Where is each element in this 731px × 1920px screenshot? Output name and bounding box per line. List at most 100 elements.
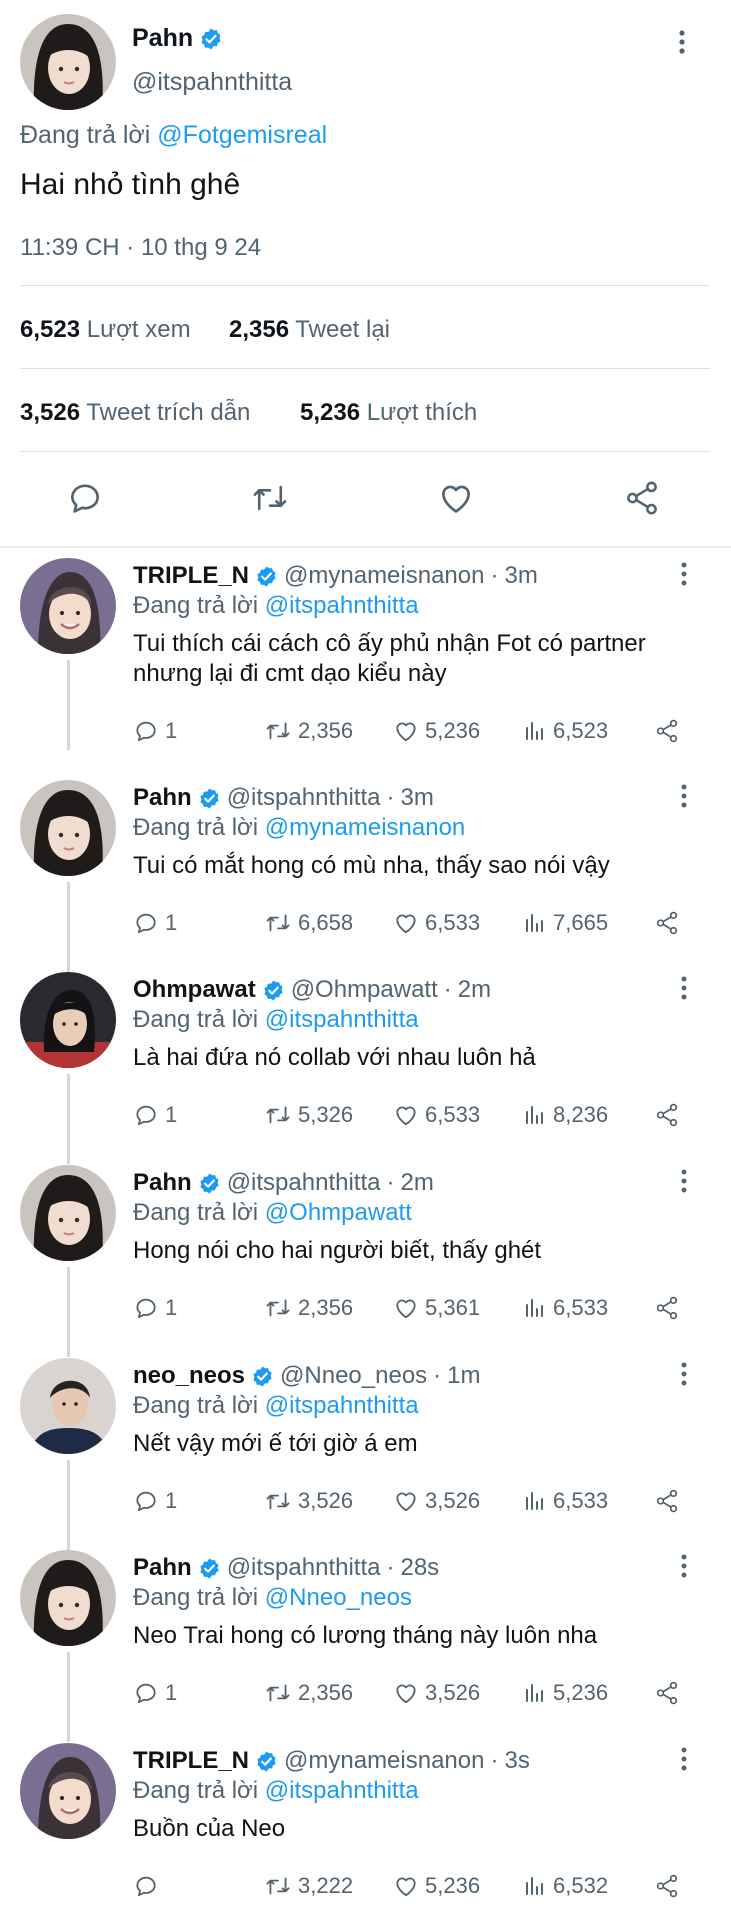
- avatar[interactable]: [20, 14, 116, 110]
- tweet-time[interactable]: 3m: [400, 784, 433, 812]
- reply-action[interactable]: 1: [133, 910, 177, 936]
- share-action[interactable]: [654, 910, 680, 936]
- author-handle[interactable]: @Ohmpawatt: [291, 976, 438, 1004]
- replying-to-mention[interactable]: @Nneo_neos: [265, 1584, 412, 1611]
- reply-action[interactable]: 1: [133, 1488, 177, 1514]
- views-action[interactable]: 5,236: [523, 1680, 608, 1706]
- more-options-icon[interactable]: [680, 976, 688, 1000]
- views-stat[interactable]: 6,523 Lượt xem: [20, 316, 191, 344]
- author-handle[interactable]: @mynameisnanon: [284, 1747, 484, 1775]
- retweet-action[interactable]: 2,356: [264, 1295, 353, 1321]
- retweet-action[interactable]: 3,222: [264, 1873, 353, 1899]
- tweet-timestamp[interactable]: 11:39 CH · 10 thg 9 24: [20, 234, 261, 262]
- reply-icon[interactable]: [66, 479, 104, 517]
- reply-action[interactable]: 1: [133, 1295, 177, 1321]
- like-icon[interactable]: [437, 479, 475, 517]
- more-options-icon[interactable]: [680, 1362, 688, 1386]
- views-action[interactable]: 8,236: [523, 1102, 608, 1128]
- author-name[interactable]: Pahn: [133, 784, 192, 812]
- tweet-time[interactable]: 2m: [400, 1169, 433, 1197]
- retweet-action[interactable]: 6,658: [264, 910, 353, 936]
- quotes-stat[interactable]: 3,526 Tweet trích dẫn: [20, 399, 250, 427]
- tweet-time[interactable]: 3m: [504, 562, 537, 590]
- more-options-icon[interactable]: [680, 784, 688, 808]
- author-handle[interactable]: @itspahnthitta: [227, 1169, 381, 1197]
- reply-tweet[interactable]: TRIPLE_N @mynameisnanon · 3s Đang trả lờ…: [0, 1735, 731, 1920]
- share-action[interactable]: [654, 1680, 680, 1706]
- retweet-action[interactable]: 5,326: [264, 1102, 353, 1128]
- more-options-icon[interactable]: [680, 1747, 688, 1771]
- more-options-icon[interactable]: [680, 1169, 688, 1193]
- avatar[interactable]: [20, 1358, 116, 1454]
- share-action[interactable]: [654, 718, 680, 744]
- author-handle[interactable]: @mynameisnanon: [284, 562, 484, 590]
- replying-to-mention[interactable]: @itspahnthitta: [265, 592, 419, 619]
- retweets-stat[interactable]: 2,356 Tweet lại: [229, 316, 390, 344]
- views-action[interactable]: 6,533: [523, 1295, 608, 1321]
- avatar[interactable]: [20, 1165, 116, 1261]
- avatar[interactable]: [20, 1743, 116, 1839]
- share-action[interactable]: [654, 1488, 680, 1514]
- tweet-time[interactable]: 2m: [458, 976, 491, 1004]
- reply-tweet[interactable]: Pahn @itspahnthitta · 3m Đang trả lời @m…: [0, 772, 731, 972]
- likes-stat[interactable]: 5,236 Lượt thích: [300, 399, 477, 427]
- reply-tweet[interactable]: Ohmpawat @Ohmpawatt · 2m Đang trả lời @i…: [0, 964, 731, 1164]
- avatar[interactable]: [20, 1550, 116, 1646]
- retweet-action[interactable]: 3,526: [264, 1488, 353, 1514]
- tweet-time[interactable]: 28s: [400, 1554, 439, 1582]
- reply-action[interactable]: 1: [133, 1102, 177, 1128]
- reply-action[interactable]: [133, 1873, 165, 1899]
- like-action[interactable]: 3,526: [393, 1488, 480, 1514]
- replying-to-mention[interactable]: @Ohmpawatt: [265, 1199, 412, 1226]
- retweet-icon[interactable]: [250, 479, 290, 517]
- replying-to-mention[interactable]: @itspahnthitta: [265, 1392, 419, 1419]
- like-action[interactable]: 5,236: [393, 718, 480, 744]
- reply-tweet[interactable]: Pahn @itspahnthitta · 2m Đang trả lời @O…: [0, 1157, 731, 1357]
- reply-tweet[interactable]: TRIPLE_N @mynameisnanon · 3m Đang trả lờ…: [0, 550, 731, 750]
- share-action[interactable]: [654, 1295, 680, 1321]
- replying-to-mention[interactable]: @Fotgemisreal: [157, 121, 327, 149]
- author-handle[interactable]: @itspahnthitta: [132, 68, 292, 97]
- replying-to-mention[interactable]: @itspahnthitta: [265, 1006, 419, 1033]
- tweet-time[interactable]: 3s: [504, 1747, 529, 1775]
- views-action[interactable]: 7,665: [523, 910, 608, 936]
- tweet-time[interactable]: 1m: [447, 1362, 480, 1390]
- more-options-icon[interactable]: [680, 562, 688, 586]
- reply-action[interactable]: 1: [133, 718, 177, 744]
- avatar[interactable]: [20, 780, 116, 876]
- like-action[interactable]: 3,526: [393, 1680, 480, 1706]
- retweets-label: Tweet lại: [295, 316, 391, 343]
- reply-tweet[interactable]: Pahn @itspahnthitta · 28s Đang trả lời @…: [0, 1542, 731, 1742]
- author-name[interactable]: neo_neos: [133, 1362, 245, 1390]
- more-options-icon[interactable]: [678, 30, 686, 54]
- share-icon[interactable]: [623, 479, 661, 517]
- author-name[interactable]: TRIPLE_N: [133, 562, 249, 590]
- author-handle[interactable]: @Nneo_neos: [280, 1362, 427, 1390]
- author-name[interactable]: TRIPLE_N: [133, 1747, 249, 1775]
- like-action[interactable]: 5,236: [393, 1873, 480, 1899]
- share-action[interactable]: [654, 1102, 680, 1128]
- author-handle[interactable]: @itspahnthitta: [227, 784, 381, 812]
- author-name[interactable]: Pahn: [132, 24, 193, 53]
- avatar[interactable]: [20, 972, 116, 1068]
- views-action[interactable]: 6,533: [523, 1488, 608, 1514]
- avatar[interactable]: [20, 558, 116, 654]
- author-handle[interactable]: @itspahnthitta: [227, 1554, 381, 1582]
- reply-tweet[interactable]: neo_neos @Nneo_neos · 1m Đang trả lời @i…: [0, 1350, 731, 1550]
- author-name[interactable]: Pahn: [133, 1169, 192, 1197]
- author-name[interactable]: Pahn: [133, 1554, 192, 1582]
- like-action[interactable]: 6,533: [393, 910, 480, 936]
- author-name[interactable]: Ohmpawat: [133, 976, 256, 1004]
- reply-action[interactable]: 1: [133, 1680, 177, 1706]
- views-action[interactable]: 6,532: [523, 1873, 608, 1899]
- like-action[interactable]: 6,533: [393, 1102, 480, 1128]
- retweet-action[interactable]: 2,356: [264, 1680, 353, 1706]
- replying-to-mention[interactable]: @itspahnthitta: [265, 1777, 419, 1804]
- replying-to-mention[interactable]: @mynameisnanon: [265, 814, 465, 841]
- retweet-action[interactable]: 2,356: [264, 718, 353, 744]
- like-action[interactable]: 5,361: [393, 1295, 480, 1321]
- replying-to: Đang trả lời @itspahnthitta: [133, 1006, 419, 1034]
- more-options-icon[interactable]: [680, 1554, 688, 1578]
- views-action[interactable]: 6,523: [523, 718, 608, 744]
- share-action[interactable]: [654, 1873, 680, 1899]
